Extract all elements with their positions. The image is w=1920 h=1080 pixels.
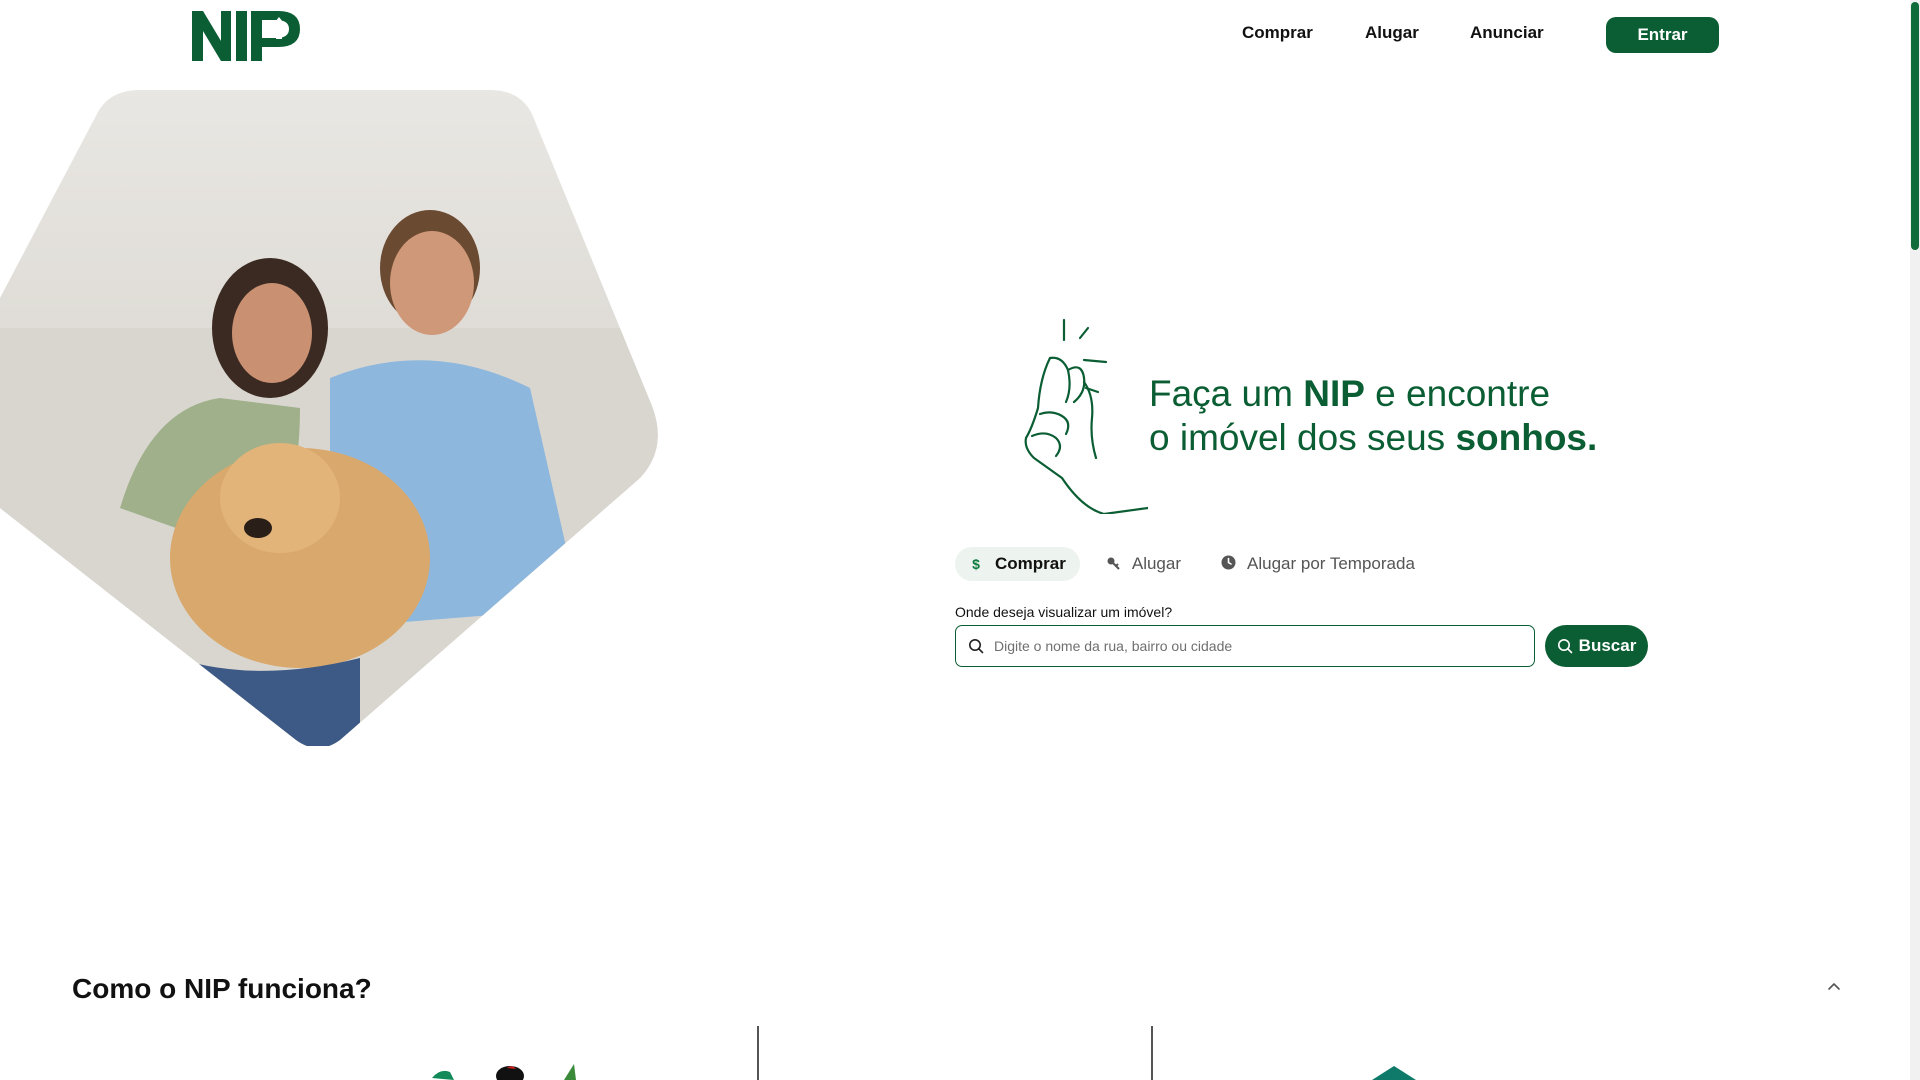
- hero-photo: [0, 90, 658, 746]
- site-header: Comprar Alugar Anunciar Entrar: [0, 0, 1908, 70]
- section-title: Como o NIP funciona?: [72, 973, 372, 1004]
- chevron-up-icon[interactable]: [1826, 978, 1842, 994]
- step-illustration: [432, 1064, 576, 1080]
- headline-text: Faça um: [1149, 373, 1304, 414]
- hero-headline: Faça um NIP e encontre o imóvel dos seus…: [1149, 372, 1597, 460]
- search-label: Onde deseja visualizar um imóvel?: [955, 604, 1173, 620]
- tab-comprar[interactable]: $ Comprar: [955, 547, 1080, 581]
- nav-anunciar-link[interactable]: Anunciar: [1470, 23, 1544, 43]
- tab-alugar[interactable]: Alugar: [1092, 547, 1195, 581]
- house-illustration: [1372, 1066, 1416, 1080]
- nav-alugar-link[interactable]: Alugar: [1365, 23, 1419, 43]
- nip-logo[interactable]: [190, 9, 306, 63]
- tab-label: Comprar: [995, 554, 1066, 573]
- search-field[interactable]: [955, 625, 1535, 667]
- search-type-tabs: $ Comprar Alugar Alugar por Temporada: [955, 547, 1441, 581]
- page-scrollbar[interactable]: [1910, 0, 1920, 1080]
- scrollbar-thumb[interactable]: [1911, 2, 1919, 250]
- headline-brand: NIP: [1303, 373, 1365, 414]
- headline-text: e encontre: [1364, 373, 1551, 414]
- tab-alugar-temporada[interactable]: Alugar por Temporada: [1207, 547, 1429, 581]
- headline-emphasis: sonhos.: [1455, 417, 1598, 458]
- nav-comprar-link[interactable]: Comprar: [1242, 23, 1313, 43]
- tab-label: Alugar por Temporada: [1247, 554, 1415, 573]
- buscar-button[interactable]: Buscar: [1545, 625, 1648, 667]
- search-icon: [1557, 639, 1572, 654]
- key-icon: [1106, 556, 1120, 573]
- clock-icon: [1221, 555, 1236, 573]
- tab-label: Alugar: [1131, 554, 1181, 573]
- buscar-label: Buscar: [1578, 636, 1637, 655]
- step-divider: [757, 1026, 759, 1080]
- entrar-button[interactable]: Entrar: [1606, 17, 1719, 53]
- headline-text: o imóvel dos seus: [1149, 417, 1456, 458]
- snapping-hand-icon: [1024, 318, 1148, 514]
- step-divider: [1151, 1026, 1153, 1080]
- dollar-icon: $: [972, 556, 980, 572]
- search-icon: [969, 639, 984, 654]
- search-input[interactable]: [994, 638, 1514, 654]
